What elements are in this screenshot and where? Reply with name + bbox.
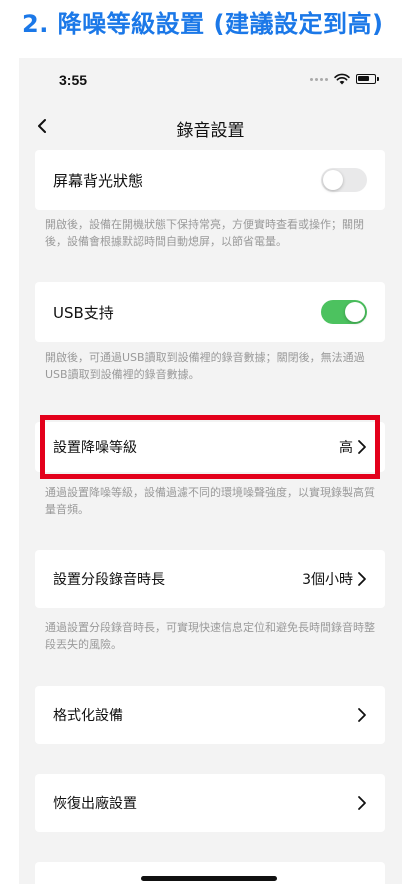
status-time: 3:55 (59, 72, 88, 88)
nav-bar: 錄音設置 (19, 108, 402, 144)
chevron-right-icon (358, 440, 366, 454)
setting-label: 設置分段錄音時長 (53, 572, 165, 588)
signal-icon (310, 77, 328, 81)
setting-usb[interactable]: USB支持 (35, 282, 385, 342)
home-indicator (141, 876, 277, 881)
wifi-icon (334, 73, 350, 85)
setting-note: 通過設置分段錄音時長，可實現快速信息定位和避免長時間錄音時整段丟失的風險。 (45, 621, 375, 651)
setting-note: 開啟後，可通過USB讀取到設備裡的錄音數據；關閉後，無法通過USB讀取到設備裡的… (45, 351, 365, 381)
setting-factory-reset[interactable]: 恢復出廠設置 (35, 774, 385, 832)
noise-reduction-value: 高 (339, 440, 353, 456)
setting-label: 恢復出廠設置 (53, 796, 137, 812)
status-bar: 3:55 (19, 58, 402, 102)
setting-label: 屏幕背光狀態 (53, 171, 144, 190)
setting-noise-reduction[interactable]: 設置降噪等級 高 (35, 422, 385, 472)
chevron-right-icon (358, 708, 366, 722)
setting-label: USB支持 (53, 303, 114, 322)
screen-backlight-toggle[interactable] (321, 168, 367, 192)
setting-note: 開啟後，設備在開機狀態下保持常亮，方便實時查看或操作；關閉後，設備會根據默認時間… (45, 218, 364, 248)
banner-title: 2. 降噪等級設置 (建議設定到高) (22, 10, 384, 38)
setting-screen-backlight[interactable]: 屏幕背光狀態 (35, 150, 385, 210)
battery-icon (356, 74, 379, 84)
phone-screen: 3:55 錄音設置 屏幕背光狀態 開啟後，設備在開機狀態下保持常亮，方便實時查看… (19, 58, 402, 884)
page-title: 錄音設置 (176, 121, 245, 141)
status-icons (310, 73, 379, 85)
setting-format-device[interactable]: 格式化設備 (35, 686, 385, 744)
segment-duration-value: 3個小時 (302, 572, 353, 588)
chevron-right-icon (358, 572, 366, 586)
usb-toggle[interactable] (321, 300, 367, 324)
setting-segment-duration[interactable]: 設置分段錄音時長 3個小時 (35, 550, 385, 608)
setting-note: 通過設置降噪等級，設備過濾不同的環境噪聲強度，以實現錄製高質量音頻。 (45, 486, 375, 516)
setting-label: 設置降噪等級 (53, 440, 137, 456)
chevron-right-icon (358, 796, 366, 810)
setting-label: 格式化設備 (53, 708, 123, 724)
